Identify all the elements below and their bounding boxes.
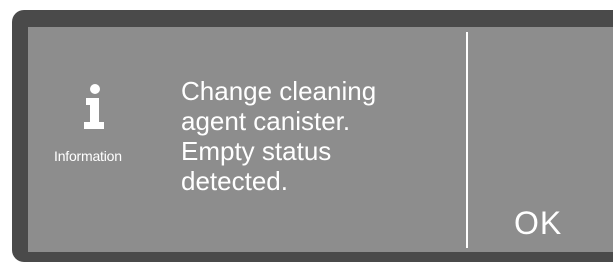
info-caption: Information xyxy=(54,148,122,164)
dialog-message: Change cleaning agent canister. Empty st… xyxy=(181,76,451,196)
ok-label: OK xyxy=(514,205,563,241)
info-icon xyxy=(82,84,108,130)
ok-button[interactable]: OK xyxy=(470,27,613,252)
message-line: Change cleaning xyxy=(181,76,377,106)
message-line: detected. xyxy=(181,166,288,196)
divider xyxy=(466,32,468,248)
message-line: agent canister. xyxy=(181,106,351,136)
message-line: Empty status xyxy=(181,136,332,166)
